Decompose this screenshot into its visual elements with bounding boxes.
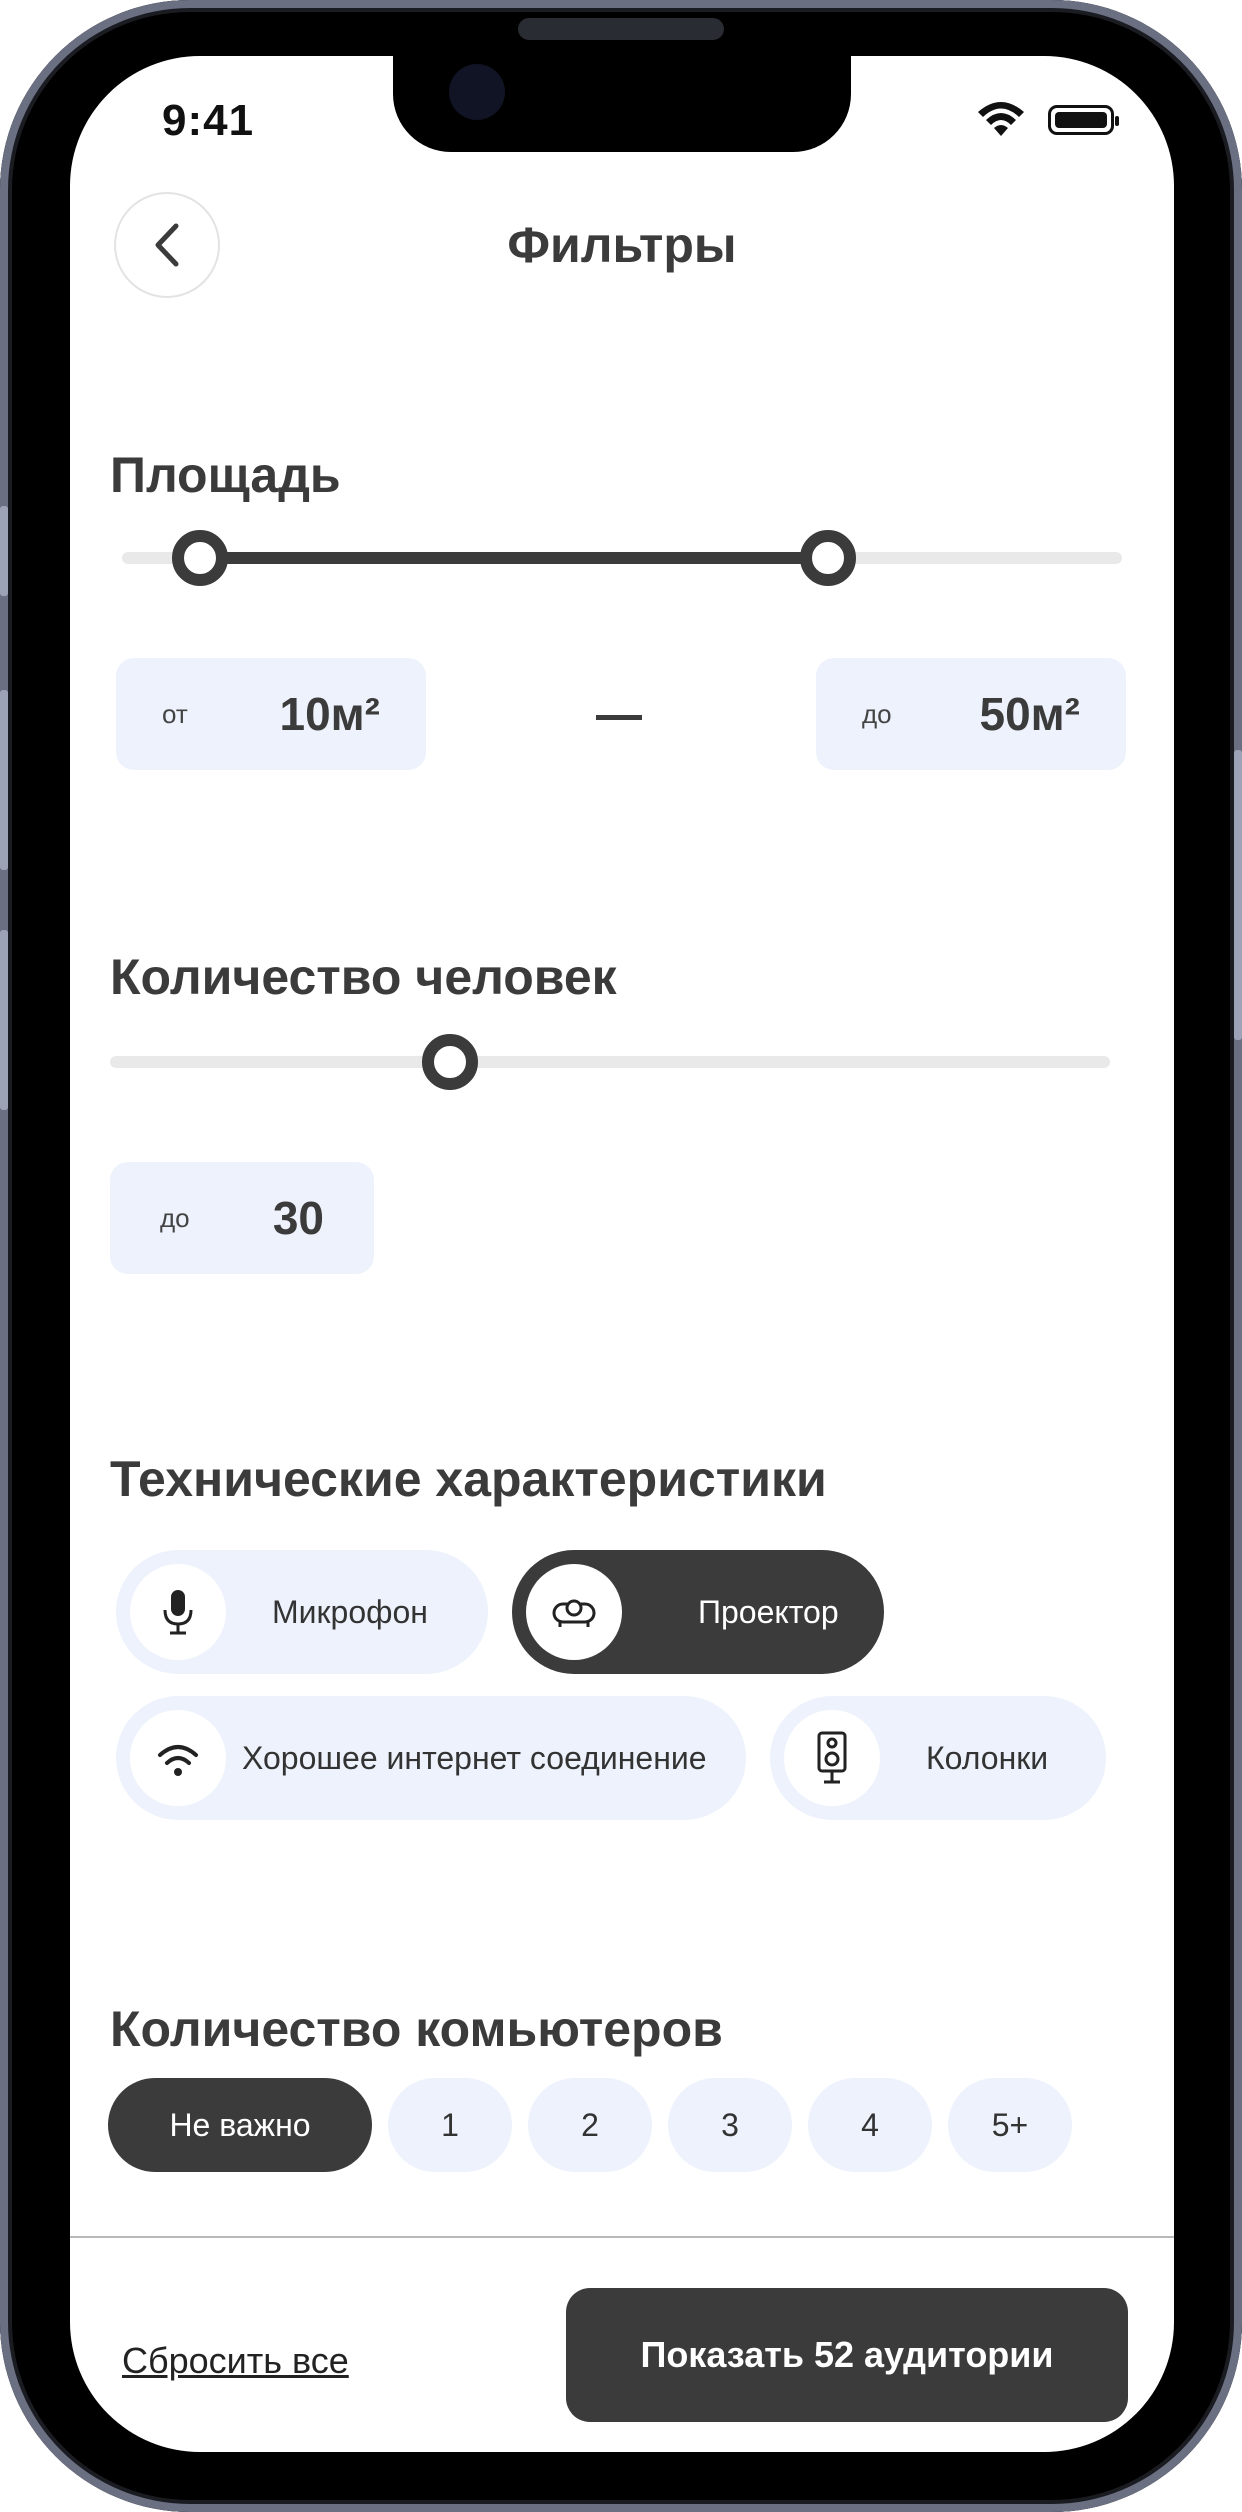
- reset-all-link[interactable]: Сбросить все: [122, 2340, 349, 2382]
- wifi-icon: [158, 1745, 198, 1776]
- phone-frame: 9:41 Фильтры Площадь от 10м² до 50м² Кол…: [0, 0, 1242, 2512]
- computers-option-3[interactable]: 3: [668, 2078, 792, 2172]
- volume-up-button: [0, 690, 8, 870]
- area-to-label: до: [862, 698, 892, 729]
- section-title-area: Площадь: [110, 447, 341, 503]
- notch: [393, 56, 851, 152]
- area-from-label: от: [162, 698, 188, 729]
- chip-label: Проектор: [698, 1593, 839, 1630]
- computers-option-any[interactable]: Не важно: [108, 2078, 372, 2172]
- show-results-button[interactable]: Показать 52 аудитории: [566, 2288, 1128, 2422]
- speaker-icon: [817, 1731, 847, 1784]
- people-to-label: до: [160, 1202, 190, 1233]
- people-slider-track[interactable]: [110, 1056, 1110, 1068]
- chip-icon-bg: [784, 1710, 880, 1806]
- app-screen: 9:41 Фильтры Площадь от 10м² до 50м² Кол…: [70, 56, 1174, 2452]
- projector-icon: [552, 1599, 596, 1627]
- footer-divider: [70, 2236, 1174, 2238]
- section-title-computers: Количество комьютеров: [110, 2001, 723, 2057]
- chip-icon-bg: [130, 1710, 226, 1806]
- power-button: [1234, 750, 1242, 1040]
- status-icons: [976, 102, 1119, 138]
- area-from-field[interactable]: от 10м²: [116, 658, 426, 770]
- area-slider-max-thumb[interactable]: [800, 530, 856, 586]
- chip-label: Колонки: [926, 1739, 1049, 1776]
- wifi-icon: [978, 102, 1024, 136]
- earpiece-speaker: [518, 18, 724, 40]
- chip-microphone[interactable]: Микрофон: [116, 1550, 488, 1674]
- area-to-field[interactable]: до 50м²: [816, 658, 1126, 770]
- people-to-field[interactable]: до 30: [110, 1162, 374, 1274]
- page-title: Фильтры: [507, 217, 737, 273]
- computers-option-1[interactable]: 1: [388, 2078, 512, 2172]
- battery-icon: [1048, 105, 1119, 135]
- chip-label: Хорошее интернет соединение: [242, 1739, 707, 1776]
- chip-internet[interactable]: Хорошее интернет соединение: [116, 1696, 746, 1820]
- area-slider-min-thumb[interactable]: [172, 530, 228, 586]
- section-title-people: Количество человек: [110, 949, 617, 1005]
- section-title-tech: Технические характеристики: [110, 1451, 827, 1507]
- chip-speakers[interactable]: Колонки: [770, 1696, 1106, 1820]
- area-to-value: 50м²: [979, 688, 1080, 740]
- front-camera: [449, 64, 505, 120]
- people-to-value: 30: [272, 1192, 324, 1244]
- side-button: [0, 506, 8, 596]
- computers-option-5plus[interactable]: 5+: [948, 2078, 1072, 2172]
- chip-icon-bg: [526, 1564, 622, 1660]
- computers-option-2[interactable]: 2: [528, 2078, 652, 2172]
- chip-label: Микрофон: [272, 1593, 428, 1630]
- area-from-value: 10м²: [279, 688, 380, 740]
- chip-icon-bg: [130, 1564, 226, 1660]
- status-time: 9:41: [162, 96, 255, 145]
- area-slider-fill: [200, 552, 830, 564]
- range-dash: [596, 715, 642, 720]
- microphone-icon: [163, 1590, 193, 1635]
- volume-down-button: [0, 930, 8, 1110]
- chip-projector[interactable]: Проектор: [512, 1550, 884, 1674]
- people-slider-thumb[interactable]: [422, 1034, 478, 1090]
- computers-option-4[interactable]: 4: [808, 2078, 932, 2172]
